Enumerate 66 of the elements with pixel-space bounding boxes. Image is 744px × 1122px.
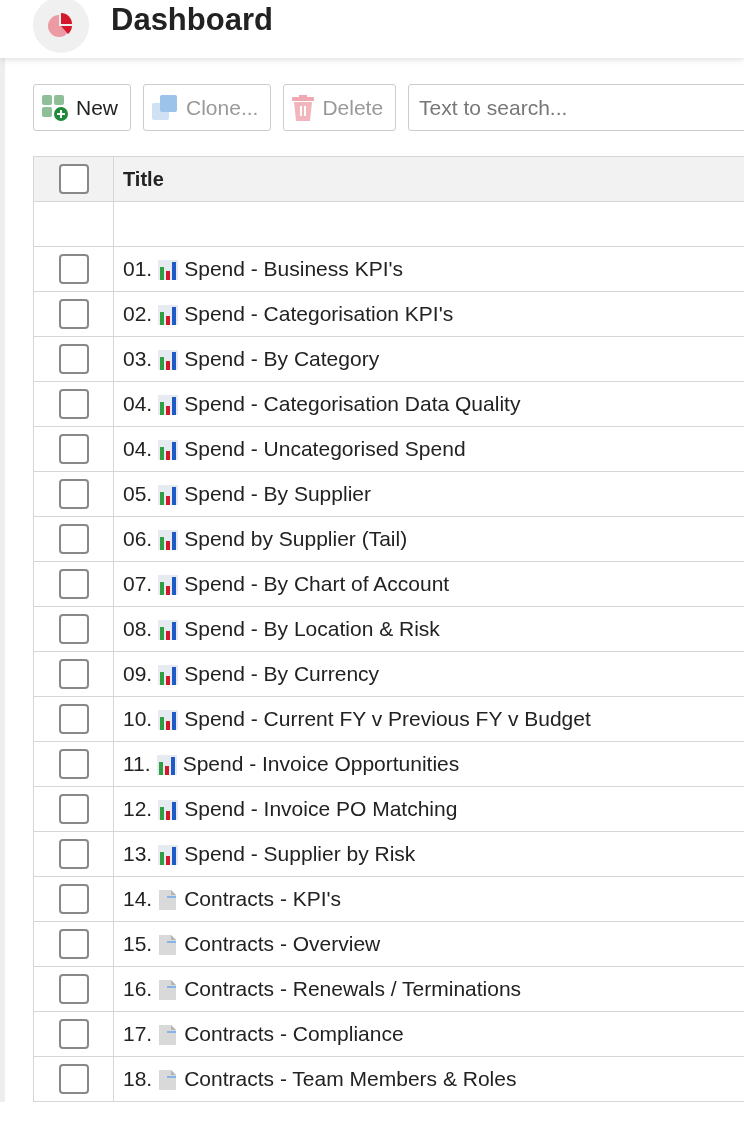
row-title[interactable]: Spend - By Chart of Account [184, 572, 450, 596]
row-number: 04. [123, 437, 153, 461]
row-number: 16. [123, 977, 153, 1001]
row-checkbox[interactable] [58, 839, 89, 869]
row-checkbox[interactable] [58, 569, 89, 599]
trash-icon [292, 94, 315, 121]
grid-add-icon [42, 94, 68, 121]
row-number: 18. [123, 1067, 153, 1091]
row-number: 12. [123, 797, 153, 821]
select-all-checkbox[interactable] [58, 164, 89, 194]
row-checkbox[interactable] [58, 929, 89, 959]
row-title[interactable]: Contracts - Renewals / Terminations [184, 977, 522, 1001]
row-number: 13. [123, 842, 153, 866]
row-checkbox[interactable] [58, 344, 89, 374]
page-title: Dashboard [111, 2, 273, 38]
pie-chart-icon [33, 0, 89, 53]
row-title[interactable]: Contracts - Compliance [184, 1022, 404, 1046]
row-checkbox[interactable] [58, 389, 89, 419]
row-title[interactable]: Spend - Invoice PO Matching [184, 797, 458, 821]
row-title[interactable]: Spend - Invoice Opportunities [182, 752, 460, 776]
row-number: 09. [123, 662, 153, 686]
row-title[interactable]: Contracts - KPI's [184, 887, 342, 911]
row-checkbox[interactable] [58, 299, 89, 329]
copy-icon [152, 94, 178, 121]
row-number: 11. [123, 752, 151, 776]
row-title[interactable]: Spend - By Currency [184, 662, 380, 686]
row-checkbox[interactable] [58, 749, 89, 779]
row-number: 17. [123, 1022, 153, 1046]
row-checkbox[interactable] [58, 524, 89, 554]
row-title[interactable]: Spend - Business KPI's [184, 257, 403, 281]
row-checkbox[interactable] [58, 659, 89, 689]
row-number: 06. [123, 527, 153, 551]
row-number: 04. [123, 392, 153, 416]
column-header[interactable]: Title [113, 156, 744, 202]
row-title[interactable]: Spend - By Location & Risk [184, 617, 440, 641]
row-title[interactable]: Contracts - Overview [184, 932, 381, 956]
row-title[interactable]: Spend - Categorisation KPI's [184, 302, 454, 326]
row-number: 15. [123, 932, 153, 956]
row-title[interactable]: Spend - Supplier by Risk [184, 842, 416, 866]
row-title[interactable]: Spend - Uncategorised Spend [184, 437, 466, 461]
row-number: 10. [123, 707, 153, 731]
row-number: 14. [123, 887, 153, 911]
row-checkbox[interactable] [58, 974, 89, 1004]
row-number: 02. [123, 302, 153, 326]
row-title[interactable]: Spend - By Category [184, 347, 380, 371]
new-button[interactable]: New [33, 84, 131, 131]
row-checkbox[interactable] [58, 1019, 89, 1049]
row-checkbox[interactable] [58, 794, 89, 824]
row-checkbox[interactable] [58, 884, 89, 914]
row-title[interactable]: Spend - Current FY v Previous FY v Budget [184, 707, 591, 731]
row-checkbox[interactable] [58, 1064, 89, 1094]
row-number: 05. [123, 482, 153, 506]
row-number: 01. [123, 257, 153, 281]
row-title[interactable]: Contracts - Team Members & Roles [184, 1067, 517, 1091]
row-checkbox[interactable] [58, 434, 89, 464]
row-checkbox[interactable] [58, 254, 89, 284]
search-field[interactable]: Text to search... [408, 84, 744, 131]
row-checkbox[interactable] [58, 614, 89, 644]
row-number: 08. [123, 617, 153, 641]
row-number: 07. [123, 572, 153, 596]
row-title[interactable]: Spend - By Supplier [184, 482, 371, 506]
row-checkbox[interactable] [58, 704, 89, 734]
row-checkbox[interactable] [58, 479, 89, 509]
row-title[interactable]: Spend - Categorisation Data Quality [184, 392, 521, 416]
row-title[interactable]: Spend by Supplier (Tail) [184, 527, 408, 551]
row-number: 03. [123, 347, 153, 371]
